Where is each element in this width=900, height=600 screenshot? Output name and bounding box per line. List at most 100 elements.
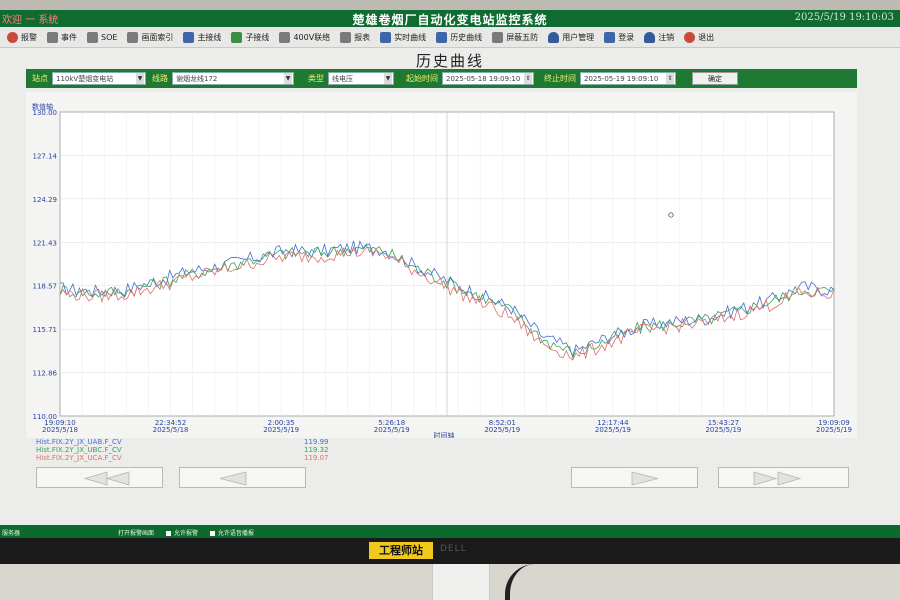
toolbar-button-11[interactable]: 用户管理: [543, 28, 599, 47]
type-value: 线电压: [332, 75, 353, 83]
toolbar-label: 事件: [61, 32, 77, 42]
toolbar-button-10[interactable]: 屏蔽五防: [487, 28, 543, 47]
spinner-icon[interactable]: ⇕: [666, 73, 674, 84]
event-icon: [47, 31, 58, 43]
type-label: 类型: [308, 74, 324, 83]
alarm-icon: [7, 31, 18, 43]
toolbar-button-12[interactable]: 登录: [599, 28, 639, 47]
status-options: 打开报警画面 允许报警 允许语音播报: [118, 528, 254, 537]
legend-series-name: Hist.FIX.2Y_JX_UAB.F_CV: [36, 438, 122, 446]
page-title: 历史曲线: [415, 52, 484, 70]
y-tick-label: 124.29: [33, 196, 58, 204]
history-chart[interactable]: 130.00127.14124.29121.43118.57115.71112.…: [26, 92, 857, 438]
toolbar-label: SOE: [101, 32, 118, 42]
x-tick-date: 2025/5/19: [263, 426, 299, 434]
x-tick-date: 2025/5/18: [42, 426, 78, 434]
end-time-label: 终止时间: [544, 74, 576, 83]
end-time-input[interactable]: 2025-05-19 19:09:10 ⇕: [580, 72, 676, 85]
shield-icon: [492, 31, 504, 43]
toolbar-button-7[interactable]: 报表: [335, 28, 375, 47]
allow-voice-label: 允许语音播报: [217, 530, 254, 537]
nav-last-button[interactable]: [718, 467, 849, 488]
toolbar-label: 主接线: [197, 32, 222, 42]
toolbar-button-2[interactable]: SOE: [82, 28, 122, 47]
tie-icon: [279, 31, 291, 43]
monitor-bezel: 工程师站 DELL: [0, 538, 900, 564]
station-select[interactable]: 110kV楚烟变电站 ▼: [52, 72, 146, 85]
start-time-label: 起始时间: [406, 74, 438, 83]
start-time-input[interactable]: 2025-05-18 19:09:10 ⇕: [442, 72, 534, 85]
clock: 2025/5/19 19:10:03: [794, 12, 894, 23]
chevron-down-icon[interactable]: ▼: [284, 73, 292, 84]
y-tick-label: 121.43: [33, 239, 58, 247]
toolbar-button-0[interactable]: 报警: [2, 28, 42, 47]
toolbar-button-14[interactable]: 退出: [679, 28, 719, 47]
workstation-label: 工程师站: [369, 542, 433, 559]
main-wiring-icon: [183, 31, 195, 43]
sub-wiring-icon: [231, 31, 243, 43]
legend-series-value: 119.32: [304, 446, 329, 454]
toolbar-button-1[interactable]: 事件: [42, 28, 82, 47]
legend-series-name: Hist.FIX.2Y_JX_UBC.F_CV: [36, 446, 122, 454]
toolbar-button-8[interactable]: 实时曲线: [375, 28, 431, 47]
monitor-screen: 欢迎 一 系统 楚雄卷烟厂自动化变电站监控系统 2025/5/19 19:10:…: [0, 10, 900, 538]
toolbar-button-5[interactable]: 子接线: [226, 28, 274, 47]
type-select[interactable]: 线电压 ▼: [328, 72, 394, 85]
cable: [505, 564, 565, 600]
toolbar-button-3[interactable]: 画面索引: [122, 28, 178, 47]
double-right-arrow-icon: [753, 471, 802, 486]
toolbar-label: 报警: [21, 32, 37, 42]
chevron-down-icon[interactable]: ▼: [384, 73, 392, 84]
nav-first-button[interactable]: [36, 467, 163, 488]
legend-series-value: 119.99: [304, 438, 329, 446]
nav-prev-button[interactable]: [179, 467, 306, 488]
history-curve-icon: [436, 31, 448, 43]
nav-next-button[interactable]: [571, 467, 698, 488]
legend-row: Hist.FIX.2Y_JX_UBC.F_CV 119.32: [36, 446, 376, 454]
report-icon: [340, 31, 352, 43]
confirm-button[interactable]: 确定: [692, 72, 738, 85]
allow-voice-checkbox[interactable]: [209, 531, 215, 536]
toolbar-button-13[interactable]: 注销: [639, 28, 679, 47]
toolbar-button-9[interactable]: 历史曲线: [431, 28, 487, 47]
brand-logo: DELL: [440, 544, 467, 554]
app-title: 楚雄卷烟厂自动化变电站监控系统: [352, 13, 548, 27]
x-axis-label: 时间轴: [434, 431, 455, 438]
logout-user-icon: [644, 31, 656, 43]
station-label: 站点: [32, 74, 48, 83]
toolbar-button-6[interactable]: 400V联络: [274, 28, 335, 47]
toolbar-label: 400V联络: [293, 32, 331, 42]
legend-series-name: Hist.FIX.2Y_JX_UCA.F_CV: [36, 454, 122, 462]
toolbar-label: 子接线: [245, 32, 270, 42]
line-value: 谢烟龙线172: [176, 75, 218, 83]
toolbar-label: 登录: [618, 32, 635, 42]
desk-background: [0, 564, 900, 600]
toolbar-label: 退出: [698, 32, 715, 42]
allow-alarm-checkbox[interactable]: [165, 531, 171, 536]
chart-legend: Hist.FIX.2Y_JX_UAB.F_CV 119.99 Hist.FIX.2Y…: [36, 438, 376, 462]
monitor-stand: [432, 564, 490, 600]
user-manage-icon: [548, 31, 560, 43]
toolbar-button-4[interactable]: 主接线: [178, 28, 226, 47]
y-tick-label: 127.14: [33, 152, 58, 160]
wall-background: [0, 0, 900, 10]
toolbar-label: 注销: [658, 32, 675, 42]
x-tick-date: 2025/5/19: [374, 426, 410, 434]
x-tick-date: 2025/5/19: [816, 426, 852, 434]
legend-series-value: 119.07: [304, 454, 329, 462]
status-server: 服务器: [2, 530, 21, 537]
chevron-down-icon[interactable]: ▼: [136, 73, 144, 84]
x-tick-date: 2025/5/19: [705, 426, 741, 434]
soe-icon: [87, 31, 98, 43]
double-left-arrow-icon: [83, 471, 130, 486]
start-time-value: 2025-05-18 19:09:10: [446, 75, 521, 83]
open-alarm-link[interactable]: 打开报警画面: [118, 530, 154, 537]
line-select[interactable]: 谢烟龙线172 ▼: [172, 72, 294, 85]
legend-row: Hist.FIX.2Y_JX_UAB.F_CV 119.99: [36, 438, 376, 446]
x-tick-date: 2025/5/18: [153, 426, 189, 434]
station-value: 110kV楚烟变电站: [56, 75, 114, 83]
spinner-icon[interactable]: ⇕: [524, 73, 532, 84]
y-axis-label: 数值轴: [32, 102, 53, 111]
login-icon: [604, 31, 616, 43]
end-time-value: 2025-05-19 19:09:10: [584, 75, 659, 83]
